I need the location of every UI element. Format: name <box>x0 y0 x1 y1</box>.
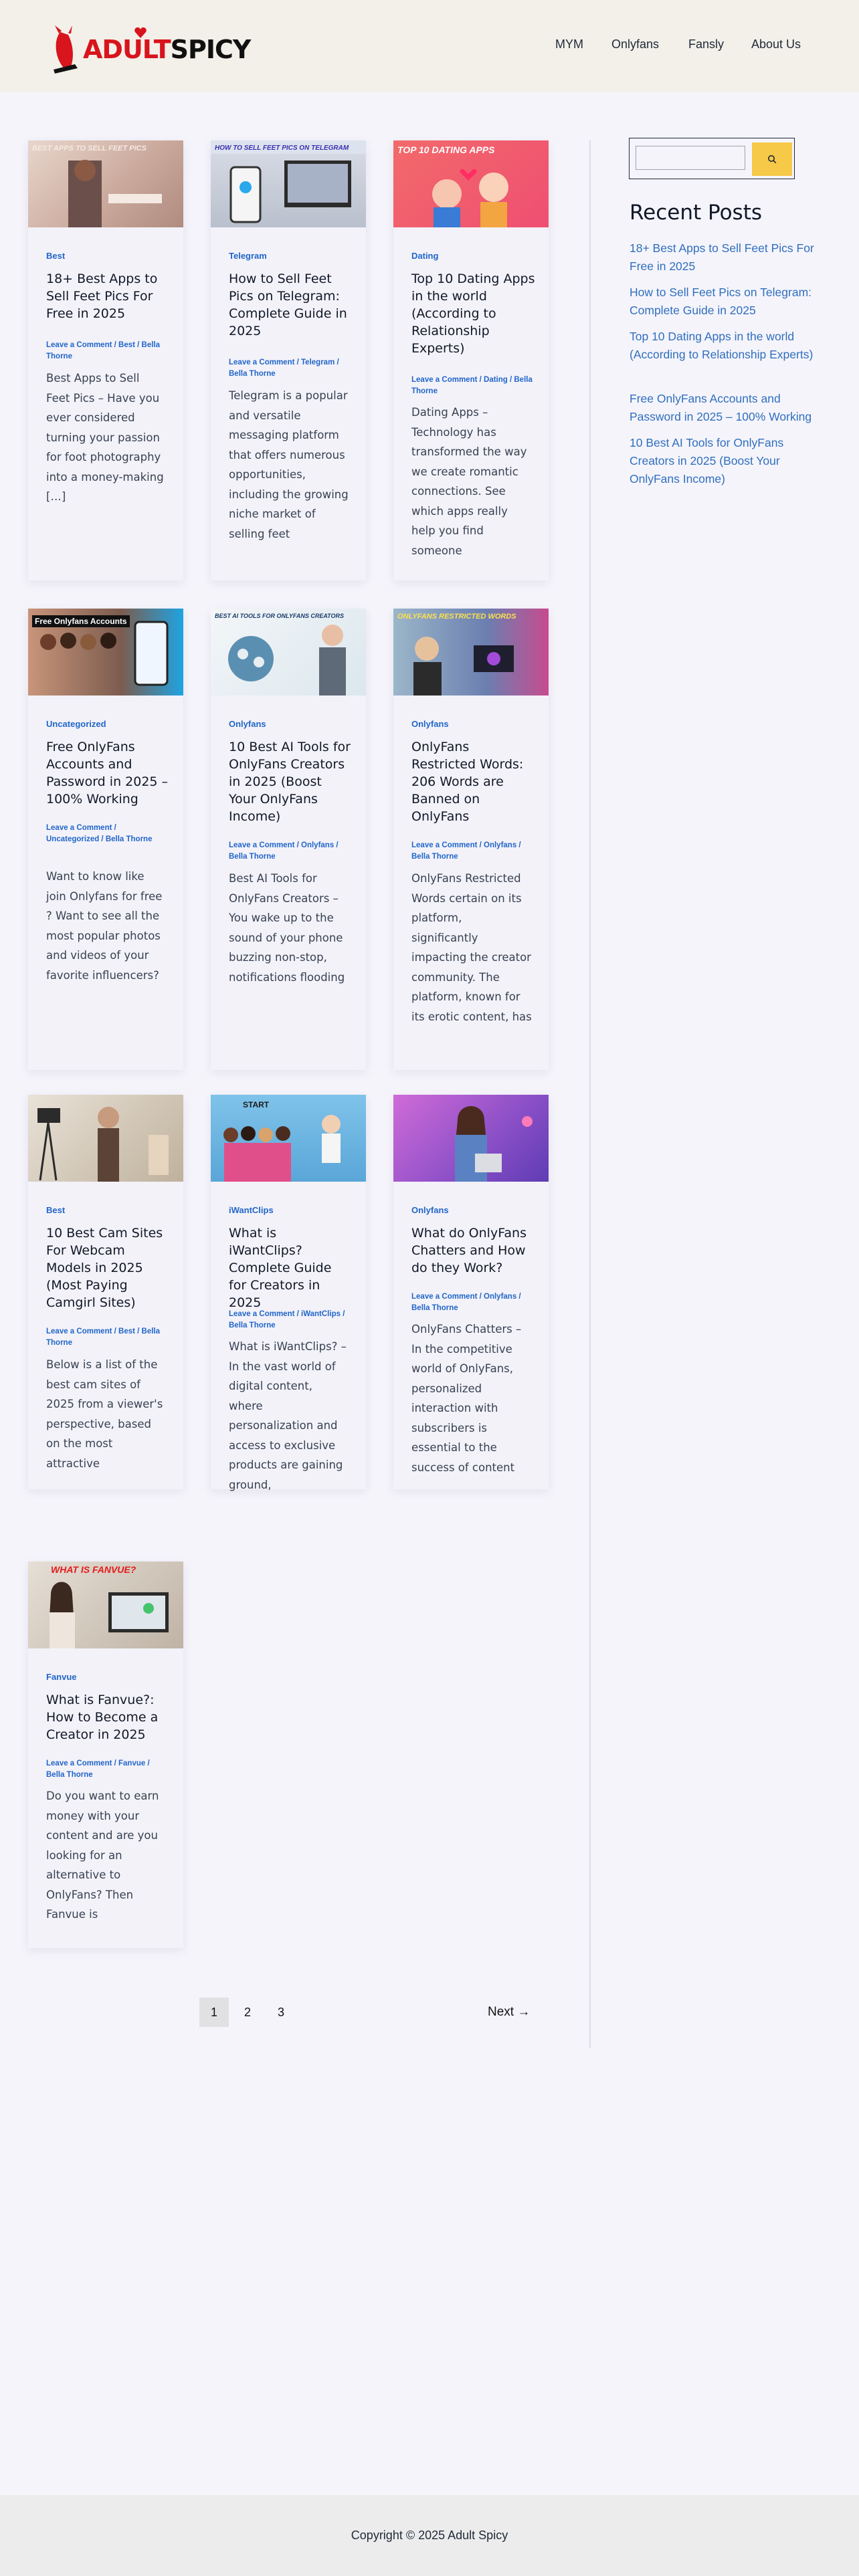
post-title[interactable]: Free OnlyFans Accounts and Password in 2… <box>46 738 170 808</box>
nav-item-about-us[interactable]: About Us <box>751 37 801 51</box>
thumbnail-label: HOW TO SELL FEET PICS ON TELEGRAM <box>215 144 349 152</box>
next-page-link[interactable]: Next → <box>488 2005 530 2020</box>
search-button[interactable] <box>752 142 792 176</box>
page-link-3[interactable]: 3 <box>266 1998 296 2027</box>
post-meta[interactable]: Leave a Comment / Onlyfans / Bella Thorn… <box>411 1291 535 1314</box>
recent-post-link[interactable]: 18+ Best Apps to Sell Feet Pics For Free… <box>630 239 830 276</box>
post-category[interactable]: Best <box>46 251 65 261</box>
post-thumbnail[interactable] <box>393 1095 549 1182</box>
post-thumbnail[interactable]: BEST AI TOOLS FOR ONLYFANS CREATORS <box>211 609 366 695</box>
post-title[interactable]: What is iWantClips? Complete Guide for C… <box>229 1224 353 1311</box>
post-card[interactable]: BEST APPS TO SELL FEET PICS Best 18+ Bes… <box>28 140 183 580</box>
thumbnail-illustration <box>228 625 346 695</box>
post-category[interactable]: Dating <box>411 251 438 261</box>
copyright-text: Copyright © 2025 Adult Spicy <box>351 2529 508 2542</box>
post-card[interactable]: ONLYFANS RESTRICTED WORDS Onlyfans OnlyF… <box>393 609 549 1070</box>
post-excerpt: Want to know like join Onlyfans for free… <box>46 870 163 982</box>
thumbnail-label: Free Onlyfans Accounts <box>32 615 130 627</box>
post-title[interactable]: 10 Best Cam Sites For Webcam Models in 2… <box>46 1224 170 1311</box>
search-input[interactable] <box>636 146 745 170</box>
recent-post-link[interactable]: 10 Best AI Tools for OnlyFans Creators i… <box>630 434 830 488</box>
post-thumbnail[interactable]: HOW TO SELL FEET PICS ON TELEGRAM <box>211 140 366 227</box>
post-excerpt: OnlyFans Chatters – In the competitive w… <box>411 1323 522 1474</box>
post-category[interactable]: Onlyfans <box>229 719 266 729</box>
post-meta[interactable]: Leave a Comment / Telegram / Bella Thorn… <box>229 357 353 380</box>
thumbnail-illustration <box>413 637 514 695</box>
post-card[interactable]: Free Onlyfans Accounts Uncategorized Fre… <box>28 609 183 1070</box>
thumbnail-label: BEST APPS TO SELL FEET PICS <box>32 144 147 152</box>
thumbnail-illustration <box>37 1107 169 1182</box>
post-category[interactable]: Uncategorized <box>46 719 106 729</box>
thumbnail-label: BEST AI TOOLS FOR ONLYFANS CREATORS <box>215 613 345 619</box>
post-thumbnail[interactable]: START <box>211 1095 366 1182</box>
page-link-2[interactable]: 2 <box>233 1998 262 2027</box>
main-nav: MYM Onlyfans Fansly About Us <box>0 37 859 56</box>
recent-post-link[interactable]: Free OnlyFans Accounts and Password in 2… <box>630 390 830 426</box>
page-link-1[interactable]: 1 <box>199 1998 229 2027</box>
post-excerpt: OnlyFans Restricted Words certain on its… <box>411 872 532 1023</box>
pagination: 1 2 3 Next → <box>0 1998 602 2028</box>
post-card[interactable]: HOW TO SELL FEET PICS ON TELEGRAM Telegr… <box>211 140 366 580</box>
post-title[interactable]: How to Sell Feet Pics on Telegram: Compl… <box>229 270 353 340</box>
nav-item-mym[interactable]: MYM <box>555 37 583 51</box>
post-thumbnail[interactable]: TOP 10 DATING APPS <box>393 140 549 227</box>
post-meta[interactable]: Leave a Comment / Fanvue / Bella Thorne <box>46 1758 170 1781</box>
post-title[interactable]: What is Fanvue?: How to Become a Creator… <box>46 1691 170 1743</box>
thumbnail-illustration <box>455 1106 533 1182</box>
post-title[interactable]: What do OnlyFans Chatters and How do the… <box>411 1224 535 1277</box>
post-category[interactable]: Fanvue <box>46 1672 77 1682</box>
post-excerpt: Best AI Tools for OnlyFans Creators – Yo… <box>229 872 345 984</box>
post-meta[interactable]: Leave a Comment / iWantClips / Bella Tho… <box>229 1309 353 1331</box>
site-footer: Copyright © 2025 Adult Spicy <box>0 2495 859 2576</box>
sidebar-divider <box>589 140 591 2048</box>
post-title[interactable]: 10 Best AI Tools for OnlyFans Creators i… <box>229 738 353 825</box>
post-excerpt: Below is a list of the best cam sites of… <box>46 1358 163 1470</box>
post-category[interactable]: Best <box>46 1205 65 1215</box>
post-thumbnail[interactable]: ONLYFANS RESTRICTED WORDS <box>393 609 549 695</box>
nav-item-fansly[interactable]: Fansly <box>688 37 724 51</box>
post-meta[interactable]: Leave a Comment / Onlyfans / Bella Thorn… <box>411 840 535 863</box>
thumbnail-illustration <box>223 1115 341 1182</box>
post-card[interactable]: Best 10 Best Cam Sites For Webcam Models… <box>28 1095 183 1489</box>
post-category[interactable]: Onlyfans <box>411 719 449 729</box>
thumbnail-label: TOP 10 DATING APPS <box>397 144 495 155</box>
thumbnail-illustration <box>68 160 162 227</box>
post-thumbnail[interactable]: BEST APPS TO SELL FEET PICS <box>28 140 183 227</box>
recent-posts-heading: Recent Posts <box>630 201 763 225</box>
post-meta[interactable]: Leave a Comment / Best / Bella Thorne <box>46 1326 170 1349</box>
post-category[interactable]: iWantClips <box>229 1205 274 1215</box>
thumbnail-label: START <box>243 1100 270 1109</box>
nav-item-onlyfans[interactable]: Onlyfans <box>611 37 659 51</box>
post-meta[interactable]: Leave a Comment / Best / Bella Thorne <box>46 340 170 362</box>
site-header: ADULTSPICY MYM Onlyfans Fansly About Us <box>0 0 859 92</box>
thumbnail-label: ONLYFANS RESTRICTED WORDS <box>397 613 516 621</box>
post-excerpt: Telegram is a popular and versatile mess… <box>229 389 349 540</box>
recent-post-link[interactable]: Top 10 Dating Apps in the world (Accordi… <box>630 328 830 364</box>
post-thumbnail[interactable]: WHAT IS FANVUE? <box>28 1562 183 1648</box>
post-card[interactable]: WHAT IS FANVUE? Fanvue What is Fanvue?: … <box>28 1562 183 1948</box>
post-thumbnail[interactable] <box>28 1095 183 1182</box>
post-thumbnail[interactable]: Free Onlyfans Accounts <box>28 609 183 695</box>
thumbnail-illustration <box>211 140 366 223</box>
post-title[interactable]: 18+ Best Apps to Sell Feet Pics For Free… <box>46 270 170 322</box>
post-title[interactable]: OnlyFans Restricted Words: 206 Words are… <box>411 738 535 825</box>
recent-post-link[interactable]: How to Sell Feet Pics on Telegram: Compl… <box>630 284 830 320</box>
post-card[interactable]: BEST AI TOOLS FOR ONLYFANS CREATORS Only… <box>211 609 366 1070</box>
search-icon <box>768 155 777 164</box>
search-form <box>629 138 795 179</box>
post-meta[interactable]: Leave a Comment / Dating / Bella Thorne <box>411 374 535 397</box>
post-meta[interactable]: Leave a Comment / Uncategorized / Bella … <box>46 823 170 845</box>
post-excerpt: What is iWantClips? – In the vast world … <box>229 1340 347 1491</box>
post-excerpt: Do you want to earn money with your cont… <box>46 1790 159 1921</box>
post-excerpt: Dating Apps – Technology has transformed… <box>411 406 527 557</box>
post-excerpt: Best Apps to Sell Feet Pics – Have you e… <box>46 372 164 503</box>
post-card[interactable]: Onlyfans What do OnlyFans Chatters and H… <box>393 1095 549 1489</box>
post-title[interactable]: Top 10 Dating Apps in the world (Accordi… <box>411 270 535 357</box>
post-category[interactable]: Onlyfans <box>411 1205 449 1215</box>
post-card[interactable]: TOP 10 DATING APPS Dating Top 10 Dating … <box>393 140 549 580</box>
post-card[interactable]: START iWantClips What is iWantClips? Com… <box>211 1095 366 1491</box>
post-meta[interactable]: Leave a Comment / Onlyfans / Bella Thorn… <box>229 840 353 863</box>
post-category[interactable]: Telegram <box>229 251 267 261</box>
thumbnail-label: WHAT IS FANVUE? <box>51 1564 136 1575</box>
